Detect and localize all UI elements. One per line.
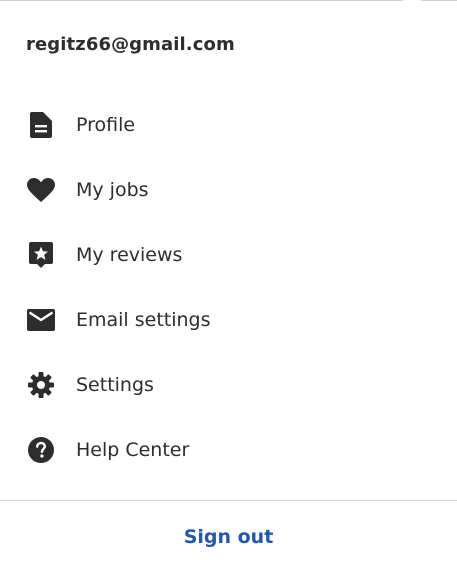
menu-item-label: Help Center [76,438,190,461]
menu-item-label: My reviews [76,243,183,266]
menu-item-my-reviews[interactable]: My reviews [0,222,457,287]
envelope-icon [26,305,56,335]
menu-item-help-center[interactable]: Help Center [0,417,457,482]
heart-icon [26,175,56,205]
top-border [0,0,403,1]
question-circle-icon [26,435,56,465]
account-menu-list: Profile My jobs My reviews Email setting… [0,92,457,482]
menu-item-label: My jobs [76,178,149,201]
star-review-icon [26,240,56,270]
menu-item-email-settings[interactable]: Email settings [0,287,457,352]
menu-item-my-jobs[interactable]: My jobs [0,157,457,222]
gear-icon [26,370,56,400]
account-email: regitz66@gmail.com [26,34,235,55]
sign-out-button[interactable]: Sign out [0,501,457,572]
menu-item-profile[interactable]: Profile [0,92,457,157]
account-menu-panel: regitz66@gmail.com Profile My jobs My re… [0,0,457,572]
top-border-right [421,0,457,1]
document-icon [26,110,56,140]
menu-item-label: Settings [76,373,154,396]
menu-item-label: Profile [76,113,136,136]
menu-item-label: Email settings [76,308,211,331]
menu-item-settings[interactable]: Settings [0,352,457,417]
